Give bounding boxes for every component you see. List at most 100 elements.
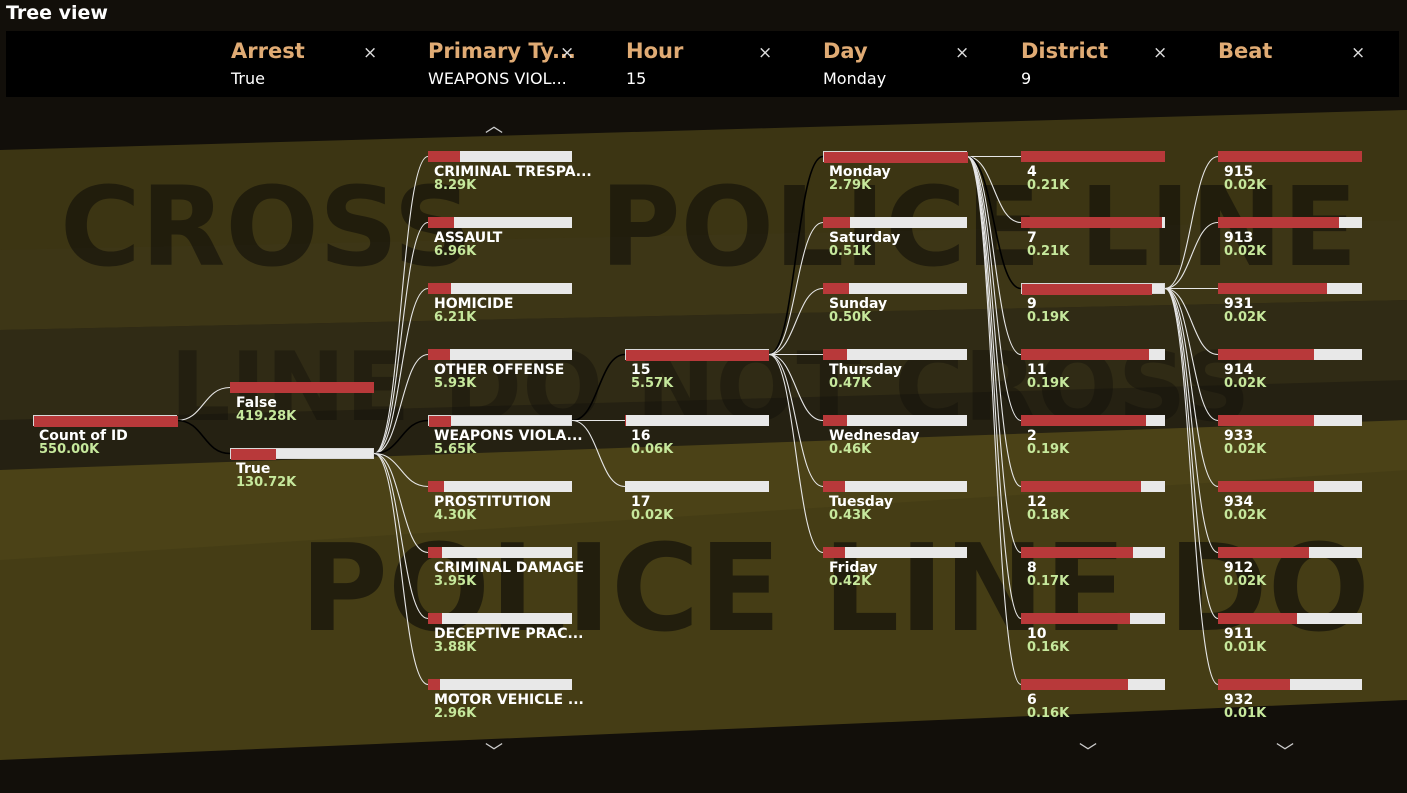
node-value: 0.19K: [1027, 442, 1070, 457]
node-value: 0.16K: [1027, 706, 1070, 721]
branch-connector: [373, 155, 429, 455]
branch-connector: [768, 353, 824, 554]
node-bar-fill: [1218, 415, 1314, 426]
tree-node-day[interactable]: Sunday 0.50K: [823, 283, 969, 325]
node-bar: [1021, 349, 1165, 360]
tree-node-beat[interactable]: 915 0.02K: [1218, 151, 1364, 193]
tree-node-hour[interactable]: 16 0.06K: [625, 415, 771, 457]
tree-node-beat[interactable]: 913 0.02K: [1218, 217, 1364, 259]
node-bar: [823, 547, 967, 558]
node-bar-fill: [1021, 481, 1141, 492]
tree-node-primary-type[interactable]: ASSAULT 6.96K: [428, 217, 574, 259]
node-value: 0.51K: [829, 244, 872, 259]
node-bar: [428, 415, 572, 427]
tree-node-day[interactable]: Friday 0.42K: [823, 547, 969, 589]
node-bar-fill: [428, 283, 451, 294]
node-bar-fill: [1021, 415, 1146, 426]
node-value: 0.19K: [1027, 376, 1070, 391]
tree-node-primary-type[interactable]: WEAPONS VIOLA... 5.65K: [428, 415, 583, 457]
node-bar-fill: [428, 349, 450, 360]
tree-node-primary-type[interactable]: PROSTITUTION 4.30K: [428, 481, 574, 523]
node-bar-fill: [1218, 217, 1339, 228]
tree-node-primary-type[interactable]: HOMICIDE 6.21K: [428, 283, 574, 325]
node-value: 3.95K: [434, 574, 477, 589]
tree-node-district[interactable]: 12 0.18K: [1021, 481, 1167, 523]
branch-connector: [1164, 287, 1219, 686]
node-value: 0.17K: [1027, 574, 1070, 589]
branch-connector: [1164, 287, 1219, 554]
node-bar: [1218, 481, 1362, 492]
node-value: 0.02K: [1224, 244, 1267, 259]
node-bar-fill: [1021, 217, 1162, 228]
node-bar: [625, 349, 769, 361]
tree-node-beat[interactable]: 933 0.02K: [1218, 415, 1364, 457]
primary-type-scroll-down-chevron-icon[interactable]: ﹀: [485, 738, 503, 764]
tree-node-hour[interactable]: 15 5.57K: [625, 349, 771, 391]
node-value: 0.02K: [1224, 442, 1267, 457]
tree-node-district[interactable]: 10 0.16K: [1021, 613, 1167, 655]
node-bar: [1218, 679, 1362, 690]
node-bar: [428, 547, 572, 558]
branch-connector: [768, 287, 824, 356]
tree-node-district[interactable]: 7 0.21K: [1021, 217, 1167, 259]
node-bar: [1218, 613, 1362, 624]
node-bar: [1218, 217, 1362, 228]
tree-node-hour[interactable]: 17 0.02K: [625, 481, 771, 523]
tree-node-day[interactable]: Thursday 0.47K: [823, 349, 969, 391]
tree-node-beat[interactable]: 911 0.01K: [1218, 613, 1364, 655]
beat-scroll-down-chevron-icon[interactable]: ﹀: [1276, 738, 1294, 764]
node-bar: [823, 217, 967, 228]
tree-node-arrest[interactable]: True 130.72K: [230, 448, 376, 490]
tree-node-day[interactable]: Wednesday 0.46K: [823, 415, 969, 457]
tree-node-primary-type[interactable]: CRIMINAL DAMAGE 3.95K: [428, 547, 584, 589]
node-value: 0.19K: [1027, 310, 1070, 325]
node-value: 0.02K: [1224, 310, 1267, 325]
tree-node-district[interactable]: 4 0.21K: [1021, 151, 1167, 193]
node-bar-fill: [1021, 547, 1133, 558]
tree-node-beat[interactable]: 934 0.02K: [1218, 481, 1364, 523]
branch-connector: [373, 287, 429, 455]
branch-connector: [966, 155, 1022, 488]
node-bar: [1021, 547, 1165, 558]
branch-connector: [768, 353, 824, 488]
drill-path-connector: [768, 155, 824, 356]
tree-node-district[interactable]: 2 0.19K: [1021, 415, 1167, 457]
tree-node-primary-type[interactable]: CRIMINAL TRESPA... 8.29K: [428, 151, 592, 193]
tree-node-district[interactable]: 8 0.17K: [1021, 547, 1167, 589]
tree-node-district[interactable]: 6 0.16K: [1021, 679, 1167, 721]
tree-node-district[interactable]: 11 0.19K: [1021, 349, 1167, 391]
tree-node-primary-type[interactable]: MOTOR VEHICLE ... 2.96K: [428, 679, 584, 721]
node-value: 0.21K: [1027, 244, 1070, 259]
tree-node-district[interactable]: 9 0.19K: [1021, 283, 1167, 325]
tree-node-beat[interactable]: 932 0.01K: [1218, 679, 1364, 721]
node-bar-fill: [428, 217, 454, 228]
tree-node-beat[interactable]: 914 0.02K: [1218, 349, 1364, 391]
decomposition-tree: Count of ID 550.00K False 419.28K True 130.72…: [0, 0, 1407, 793]
node-bar-fill: [625, 415, 626, 426]
node-value: 0.01K: [1224, 640, 1267, 655]
tree-node-beat[interactable]: 931 0.02K: [1218, 283, 1364, 325]
node-bar-fill: [824, 152, 968, 163]
node-value: 0.02K: [1224, 178, 1267, 193]
tree-node-root[interactable]: Count of ID 550.00K: [33, 415, 179, 457]
tree-node-day[interactable]: Tuesday 0.43K: [823, 481, 969, 523]
tree-node-day[interactable]: Monday 2.79K: [823, 151, 969, 193]
node-bar-fill: [428, 151, 460, 162]
tree-node-primary-type[interactable]: DECEPTIVE PRAC... 3.88K: [428, 613, 583, 655]
node-value: 419.28K: [236, 409, 297, 424]
node-bar: [1021, 481, 1165, 492]
node-bar-fill: [823, 349, 847, 360]
tree-connectors: [176, 155, 1219, 686]
district-scroll-down-chevron-icon[interactable]: ﹀: [1079, 738, 1097, 764]
tree-node-arrest[interactable]: False 419.28K: [230, 382, 376, 424]
node-value: 0.43K: [829, 508, 872, 523]
drill-path-connector: [176, 419, 231, 455]
tree-node-day[interactable]: Saturday 0.51K: [823, 217, 969, 259]
tree-node-primary-type[interactable]: OTHER OFFENSE 5.93K: [428, 349, 574, 391]
node-bar-fill: [1218, 283, 1327, 294]
node-value: 0.02K: [1224, 574, 1267, 589]
tree-node-beat[interactable]: 912 0.02K: [1218, 547, 1364, 589]
node-bar-fill: [428, 481, 444, 492]
primary-type-scroll-up-chevron-icon[interactable]: ︿: [485, 112, 503, 138]
node-bar: [1218, 151, 1362, 162]
